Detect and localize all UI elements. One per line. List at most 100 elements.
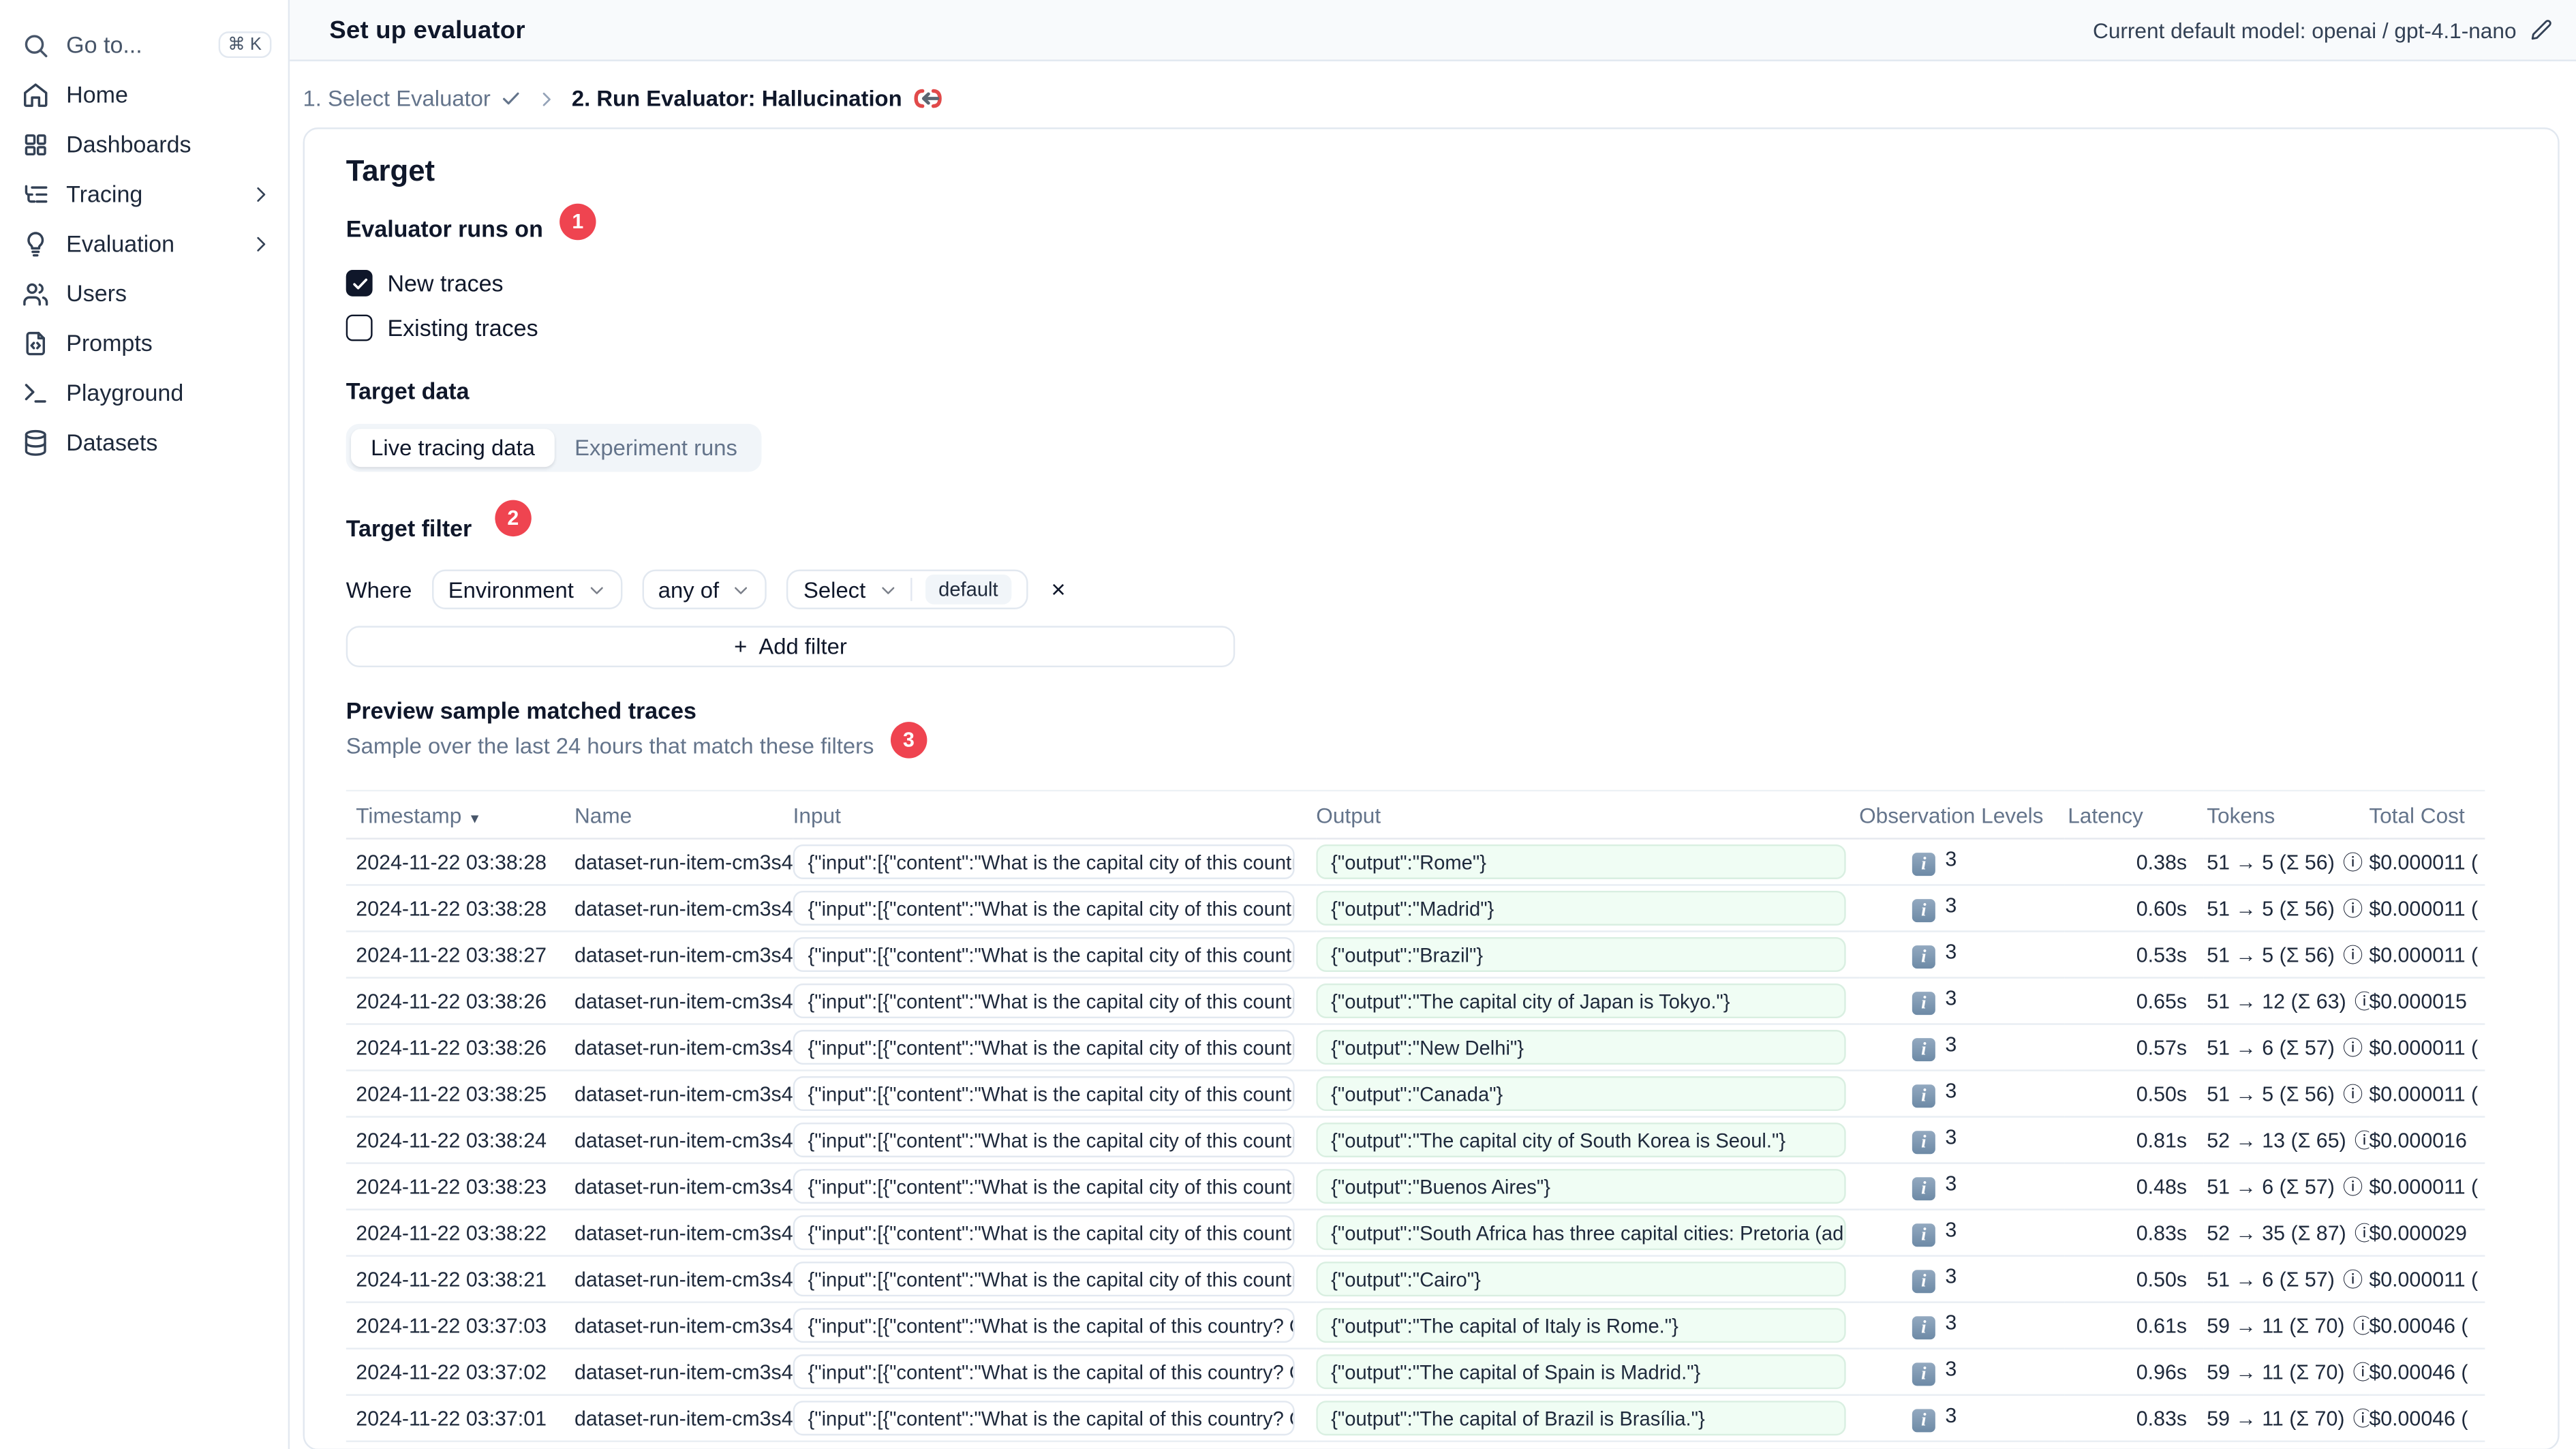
input-cell[interactable]: {"input":[{"content":"What is the capita… <box>793 1117 1317 1165</box>
input-cell[interactable]: {"input":[{"content":"What is the capita… <box>793 1395 1317 1444</box>
tab-experiment-runs[interactable]: Experiment runs <box>555 429 757 468</box>
output-json-chip[interactable]: {"output":"The capital of Italy is Rome.… <box>1316 1309 1846 1344</box>
info-icon[interactable]: ⓘ <box>2343 849 2363 876</box>
output-json-chip[interactable]: {"output":"Rome"} <box>1316 845 1846 881</box>
sidebar-item-dashboards[interactable]: Dashboards <box>0 119 288 169</box>
info-icon[interactable]: ⓘ <box>2343 895 2363 923</box>
info-icon[interactable]: ⓘ <box>2353 1312 2370 1340</box>
input-json-chip[interactable]: {"input":[{"content":"What is the capita… <box>793 845 1295 881</box>
input-cell[interactable]: {"input":[{"content":"What is the capita… <box>793 885 1317 933</box>
table-row[interactable]: 2024-11-22 03:38:24 dataset-run-item-cm3… <box>346 1117 2485 1165</box>
col-output[interactable]: Output <box>1316 790 1860 840</box>
output-cell[interactable]: {"output":"Canada"} <box>1316 1071 1860 1118</box>
output-json-chip[interactable]: {"output":"The capital of Brazil is Bras… <box>1316 1401 1846 1437</box>
output-cell[interactable]: {"output":"Rome"} <box>1316 839 1860 887</box>
col-name[interactable]: Name <box>551 790 793 840</box>
output-json-chip[interactable]: {"output":"Cairo"} <box>1316 1262 1846 1298</box>
output-cell[interactable]: {"output":"The capital of Brazil is Bras… <box>1316 1395 1860 1444</box>
output-cell[interactable]: {"output":"Cairo"} <box>1316 1256 1860 1305</box>
output-json-chip[interactable]: {"output":"Brazil"} <box>1316 938 1846 973</box>
add-filter-button[interactable]: + Add filter <box>346 626 1236 669</box>
input-json-chip[interactable]: {"input":[{"content":"What is the capita… <box>793 1031 1295 1066</box>
checkbox-unchecked-icon[interactable] <box>346 315 373 342</box>
checkbox-existing-traces[interactable]: Existing traces <box>346 315 2525 342</box>
table-row[interactable]: 2024-11-22 03:38:28 dataset-run-item-cm3… <box>346 885 2485 933</box>
output-cell[interactable]: {"output":"The capital of Italy is Rome.… <box>1316 1302 1860 1351</box>
sidebar-item-playground[interactable]: Playground <box>0 367 288 417</box>
checkbox-new-traces[interactable]: New traces <box>346 271 2525 298</box>
sidebar-item-prompts[interactable]: Prompts <box>0 318 288 367</box>
output-cell[interactable]: {"output":"Madrid"} <box>1316 885 1860 933</box>
info-icon[interactable]: ⓘ <box>2355 1219 2369 1247</box>
output-cell[interactable]: {"output":"Brazil"} <box>1316 932 1860 979</box>
input-cell[interactable]: {"input":[{"content":"What is the capita… <box>793 1302 1317 1351</box>
input-json-chip[interactable]: {"input":[{"content":"What is the capita… <box>793 1309 1295 1344</box>
table-row[interactable]: 2024-11-22 03:38:23 dataset-run-item-cm3… <box>346 1163 2485 1211</box>
breadcrumb-step-1[interactable]: 1. Select Evaluator <box>303 87 522 112</box>
table-row[interactable]: 2024-11-22 03:38:21 dataset-run-item-cm3… <box>346 1256 2485 1305</box>
input-cell[interactable]: {"input":[{"content":"What is the capita… <box>793 1024 1317 1072</box>
input-json-chip[interactable]: {"input":[{"content":"What is the capita… <box>793 1355 1295 1390</box>
col-tokens[interactable]: Tokens <box>2203 790 2370 840</box>
info-icon[interactable]: ⓘ <box>2353 1405 2370 1433</box>
input-cell[interactable]: {"input":[{"content":"What is the capita… <box>793 1210 1317 1258</box>
sidebar-item-tracing[interactable]: Tracing <box>0 169 288 219</box>
input-json-chip[interactable]: {"input":[{"content":"What is the capita… <box>793 1401 1295 1437</box>
sort-desc-icon[interactable]: ▼ <box>468 811 481 826</box>
input-cell[interactable]: {"input":[{"content":"What is the capita… <box>793 978 1317 1026</box>
sidebar-item-home[interactable]: Home <box>0 70 288 119</box>
output-cell[interactable]: {"output":"The capital city of Japan is … <box>1316 978 1860 1026</box>
info-icon[interactable]: ⓘ <box>2343 1173 2363 1201</box>
input-json-chip[interactable]: {"input":[{"content":"What is the capita… <box>793 1262 1295 1298</box>
table-row[interactable]: 2024-11-22 03:38:26 dataset-run-item-cm3… <box>346 1024 2485 1072</box>
info-icon[interactable]: ⓘ <box>2343 1266 2363 1294</box>
edit-model-icon[interactable] <box>2530 18 2553 42</box>
col-total-cost[interactable]: Total Cost <box>2369 790 2485 840</box>
checkbox-checked-icon[interactable] <box>346 271 373 298</box>
output-json-chip[interactable]: {"output":"The capital city of Japan is … <box>1316 984 1846 1020</box>
tab-live-tracing-data[interactable]: Live tracing data <box>351 429 555 468</box>
filter-operator-select[interactable]: any of <box>641 570 767 611</box>
output-json-chip[interactable]: {"output":"South Africa has three capita… <box>1316 1216 1846 1251</box>
table-row[interactable]: 2024-11-22 03:38:26 dataset-run-item-cm3… <box>346 978 2485 1026</box>
input-json-chip[interactable]: {"input":[{"content":"What is the capita… <box>793 984 1295 1020</box>
col-observation-levels[interactable]: Observation Levels <box>1859 790 2065 840</box>
output-json-chip[interactable]: {"output":"The capital of Spain is Madri… <box>1316 1355 1846 1390</box>
table-row[interactable]: 2024-11-22 03:38:28 dataset-run-item-cm3… <box>346 839 2485 887</box>
table-row[interactable]: 2024-11-22 03:37:01 dataset-run-item-cm3… <box>346 1395 2485 1444</box>
sidebar-item-users[interactable]: Users <box>0 269 288 318</box>
col-timestamp[interactable]: Timestamp ▼ <box>346 790 551 840</box>
sidebar-item-datasets[interactable]: Datasets <box>0 417 288 467</box>
remove-filter-icon[interactable]: × <box>1048 575 1069 606</box>
input-json-chip[interactable]: {"input":[{"content":"What is the capita… <box>793 1216 1295 1251</box>
table-row[interactable]: 2024-11-22 03:38:27 dataset-run-item-cm3… <box>346 932 2485 979</box>
input-json-chip[interactable]: {"input":[{"content":"What is the capita… <box>793 891 1295 927</box>
input-cell[interactable]: {"input":[{"content":"What is the capita… <box>793 1256 1317 1305</box>
input-json-chip[interactable]: {"input":[{"content":"What is the capita… <box>793 1077 1295 1112</box>
filter-column-select[interactable]: Environment <box>431 570 622 611</box>
info-icon[interactable]: ⓘ <box>2353 1358 2370 1386</box>
col-input[interactable]: Input <box>793 790 1317 840</box>
info-icon[interactable]: ⓘ <box>2355 1127 2369 1155</box>
info-icon[interactable]: ⓘ <box>2355 988 2369 1016</box>
filter-value-select[interactable]: Select default <box>786 570 1028 611</box>
input-cell[interactable]: {"input":[{"content":"What is the capita… <box>793 1163 1317 1211</box>
input-json-chip[interactable]: {"input":[{"content":"What is the capita… <box>793 938 1295 973</box>
output-cell[interactable]: {"output":"New Delhi"} <box>1316 1024 1860 1072</box>
output-cell[interactable]: {"output":"South Africa has three capita… <box>1316 1210 1860 1258</box>
info-icon[interactable]: ⓘ <box>2343 1080 2363 1108</box>
output-json-chip[interactable]: {"output":"Buenos Aires"} <box>1316 1170 1846 1205</box>
goto-search[interactable]: Go to... ⌘ K <box>0 20 288 70</box>
output-cell[interactable]: {"output":"The capital of Spain is Madri… <box>1316 1349 1860 1397</box>
output-json-chip[interactable]: {"output":"New Delhi"} <box>1316 1031 1846 1066</box>
input-json-chip[interactable]: {"input":[{"content":"What is the capita… <box>793 1123 1295 1159</box>
output-json-chip[interactable]: {"output":"Madrid"} <box>1316 891 1846 927</box>
table-row[interactable]: 2024-11-22 03:37:03 dataset-run-item-cm3… <box>346 1302 2485 1351</box>
output-json-chip[interactable]: {"output":"The capital city of South Kor… <box>1316 1123 1846 1159</box>
output-json-chip[interactable]: {"output":"Canada"} <box>1316 1077 1846 1112</box>
info-icon[interactable]: ⓘ <box>2343 941 2363 969</box>
input-json-chip[interactable]: {"input":[{"content":"What is the capita… <box>793 1170 1295 1205</box>
input-cell[interactable]: {"input":[{"content":"What is the capita… <box>793 1349 1317 1397</box>
table-row[interactable]: 2024-11-22 03:38:22 dataset-run-item-cm3… <box>346 1210 2485 1258</box>
input-cell[interactable]: {"input":[{"content":"What is the capita… <box>793 932 1317 979</box>
